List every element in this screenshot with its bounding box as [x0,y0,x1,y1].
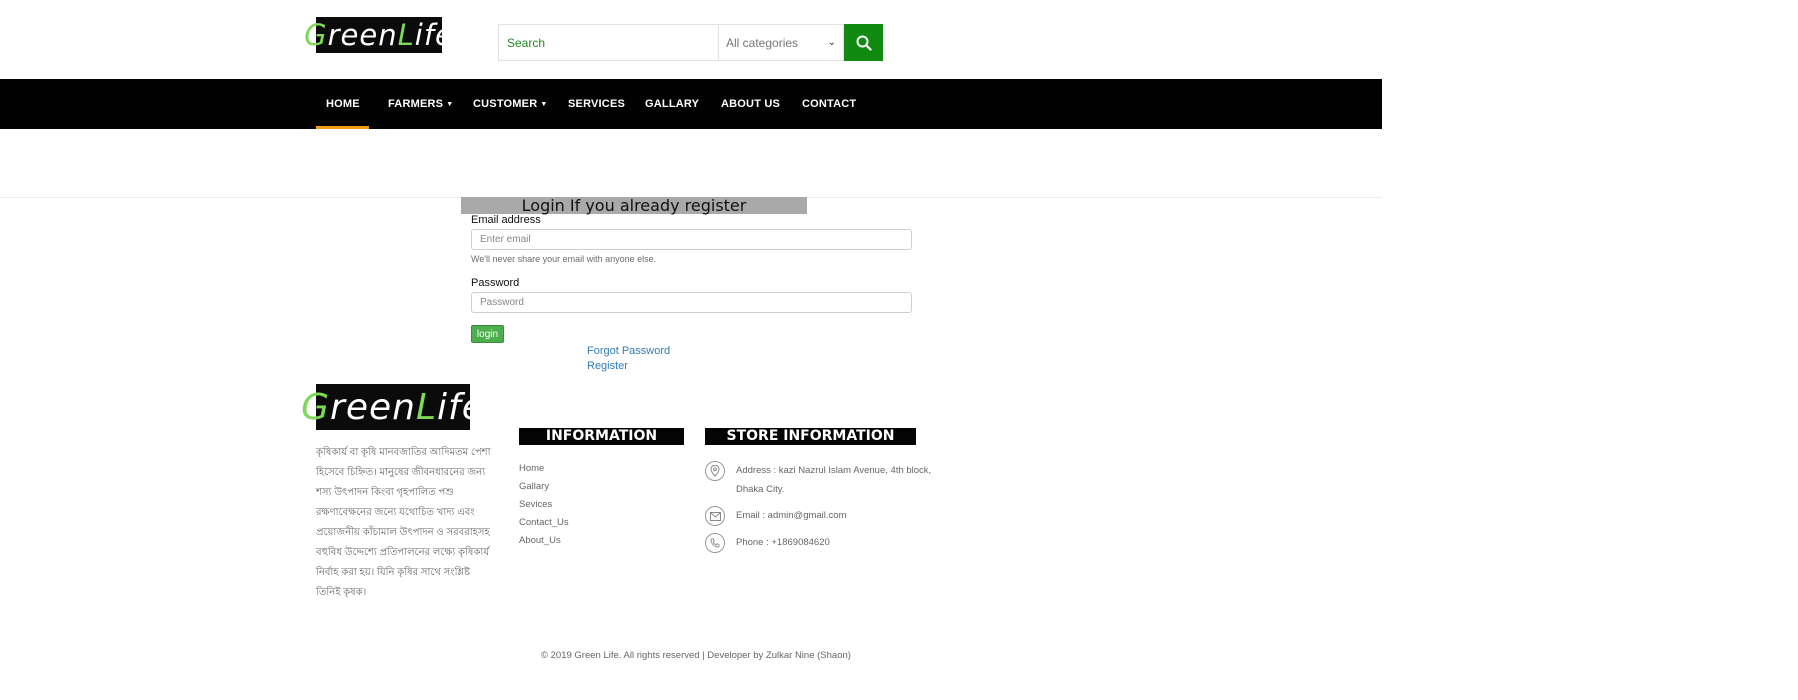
caret-down-icon: ▼ [540,101,548,108]
store-information-heading: STORE INFORMATION [705,428,916,445]
search-input[interactable] [498,24,718,61]
footer-link-sevices[interactable]: Sevices [519,499,552,510]
nav-services[interactable]: SERVICES [568,79,625,129]
nav-contact-label: CONTACT [802,98,857,110]
logo-text-l: L [397,18,415,52]
nav-customer[interactable]: CUSTOMER ▼ [473,79,548,129]
footer-link-about-us[interactable]: About_Us [519,535,561,546]
password-label: Password [471,277,520,289]
nav-about-us[interactable]: ABOUT US [721,79,780,129]
search-button[interactable] [844,24,883,61]
search-bar: All categories ⌄ [498,24,883,61]
store-email: Email : admin@gmail.com [705,506,936,526]
footer-about-text: কৃষিকার্য বা কৃষি মানবজাতির আদিমতম পেশা … [316,447,491,598]
search-icon [856,35,872,51]
password-field[interactable] [471,292,912,313]
logo-text-g: G [301,386,331,428]
nav-about-us-label: ABOUT US [721,98,781,110]
nav-home[interactable]: HOME [326,79,360,129]
nav-contact[interactable]: CONTACT [802,79,856,129]
nav-customer-label: CUSTOMER [473,98,538,110]
nav-gallary-label: GALLARY [645,98,700,110]
logo-text-reen: reen [330,386,416,428]
email-help-text: We'll never share your email with anyone… [471,254,657,264]
footer-link-home[interactable]: Home [519,463,544,474]
logo-text-g: G [304,18,328,52]
nav-active-indicator [316,126,369,129]
main-nav: HOME FARMERS ▼ CUSTOMER ▼ SERVICES GALLARY… [0,79,1382,129]
information-heading: INFORMATION [519,428,684,445]
footer-logo: Green Life [301,384,484,430]
nav-gallary[interactable]: GALLARY [645,79,699,129]
category-select-value: All categories [726,35,799,50]
forgot-password-link[interactable]: Forgot Password [587,345,670,357]
store-email-text: Email : admin@gmail.com [736,510,847,521]
header-logo[interactable]: Green Life [304,17,453,53]
nav-farmers[interactable]: FARMERS ▼ [388,79,453,129]
store-phone: Phone : +1869084620 [705,533,936,553]
category-select[interactable]: All categories ⌄ [718,24,844,61]
logo-text-reen: reen [327,18,398,52]
map-pin-icon [705,461,725,481]
login-title: Login If you already register [461,197,807,214]
logo-text-ife: ife [414,18,454,52]
nav-services-label: SERVICES [568,98,626,110]
chevron-down-icon: ⌄ [827,37,836,48]
phone-icon [705,533,725,553]
footer-link-gallary[interactable]: Gallary [519,481,549,492]
login-button[interactable]: login [471,325,504,343]
nav-farmers-label: FARMERS [388,98,444,110]
store-phone-text: Phone : +1869084620 [736,537,830,548]
footer-link-contact-us[interactable]: Contact_Us [519,517,569,528]
email-label: Email address [471,214,541,226]
nav-home-label: HOME [326,98,360,110]
logo-text-l: L [415,386,438,428]
store-address-text: Address : kazi Nazrul Islam Avenue, 4th … [736,465,932,495]
logo-text-ife: ife [437,386,485,428]
envelope-icon [705,506,725,526]
caret-down-icon: ▼ [446,101,454,108]
store-address: Address : kazi Nazrul Islam Avenue, 4th … [705,461,936,499]
email-field[interactable] [471,229,912,250]
register-link[interactable]: Register [587,360,628,372]
copyright-text: © 2019 Green Life. All rights reserved |… [541,650,851,661]
